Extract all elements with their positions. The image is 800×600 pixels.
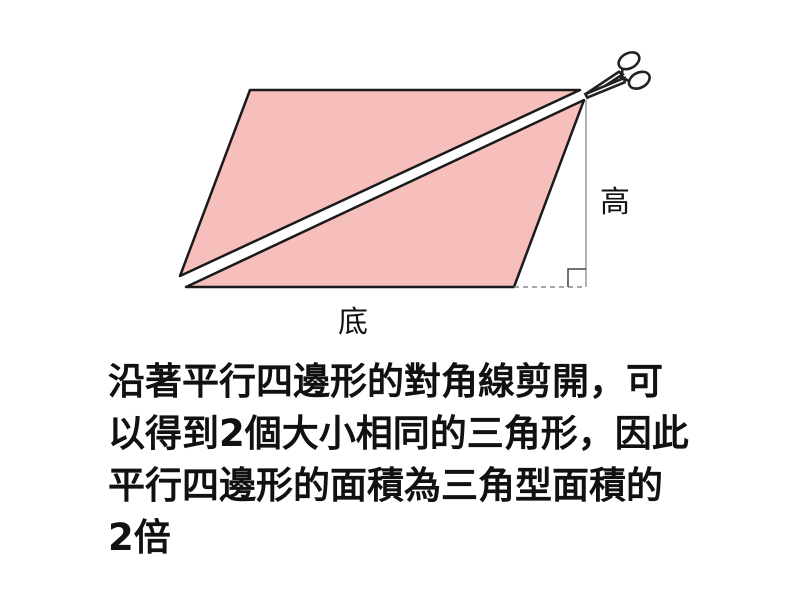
right-angle-marker xyxy=(567,268,586,287)
caption-text: 沿著平行四邊形的對角線剪開，可 以得到2個大小相同的三角形，因此 平行四邊形的面… xyxy=(108,356,788,564)
caption-line-4: 2倍 xyxy=(108,516,171,559)
caption-line-2: 以得到2個大小相同的三角形，因此 xyxy=(108,412,689,455)
base-label: 底 xyxy=(338,305,368,340)
caption-line-3: 平行四邊形的面積為三角型面積的 xyxy=(108,464,663,507)
parallelogram-figure: 高 底 xyxy=(178,51,651,340)
caption-line-1: 沿著平行四邊形的對角線剪開，可 xyxy=(108,360,663,403)
height-label: 高 xyxy=(600,185,630,220)
scissors-icon xyxy=(583,51,651,100)
